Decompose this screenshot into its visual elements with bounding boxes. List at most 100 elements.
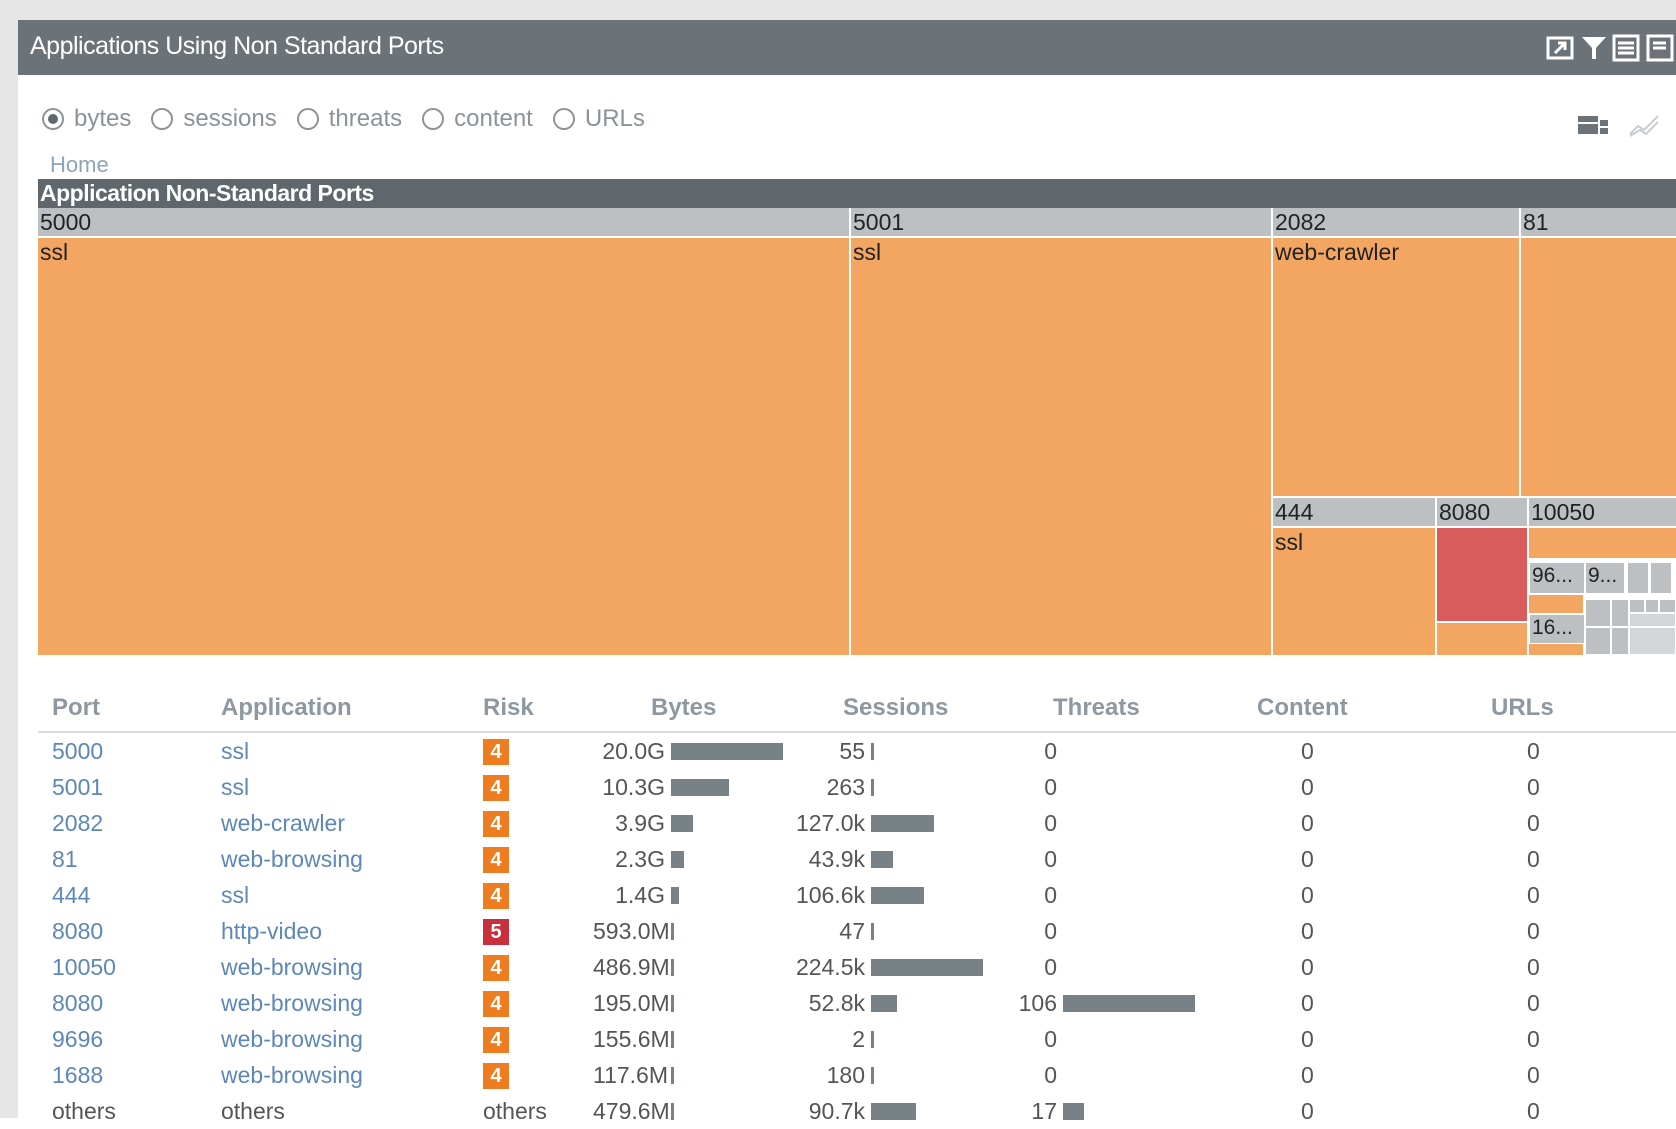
radio-icon[interactable]: [296, 108, 319, 130]
radio-icon[interactable]: [552, 108, 575, 130]
threats-text: 17: [1031, 1097, 1057, 1124]
port-cell[interactable]: 8080: [38, 985, 221, 1021]
port-cell[interactable]: 2082: [38, 805, 221, 841]
bytes-cell: 195.0M: [593, 985, 783, 1021]
export-icon[interactable]: [1646, 34, 1674, 62]
breadcrumb-home[interactable]: Home: [50, 152, 109, 178]
column-header-port[interactable]: Port: [38, 685, 221, 733]
port-cell: others: [52, 1097, 116, 1124]
treemap-port-9696[interactable]: 96...: [1529, 562, 1585, 594]
treemap-tile-small[interactable]: [1629, 599, 1645, 613]
treemap-tile-small[interactable]: [1629, 627, 1676, 655]
column-header-sessions[interactable]: Sessions: [783, 685, 997, 733]
treemap-app-web-browsing-8080[interactable]: [1437, 621, 1529, 655]
metric-option-urls[interactable]: URLs: [552, 105, 645, 133]
column-header-threats[interactable]: Threats: [997, 685, 1217, 733]
treemap-port-5000[interactable]: 5000: [38, 208, 851, 238]
column-header-content[interactable]: Content: [1217, 685, 1461, 733]
application-cell[interactable]: ssl: [221, 877, 483, 913]
radio-icon[interactable]: [422, 108, 445, 130]
application-cell[interactable]: web-browsing: [221, 949, 483, 985]
treemap-app-ssl-5000[interactable]: ssl: [38, 238, 851, 655]
metric-option-bytes[interactable]: bytes: [42, 105, 131, 133]
table-row[interactable]: others others others 479.6M 90.7k 17 0 0: [38, 1093, 1676, 1129]
column-header-bytes[interactable]: Bytes: [593, 685, 783, 733]
application-cell[interactable]: web-browsing: [221, 1057, 483, 1093]
bytes-bar: [671, 1066, 674, 1084]
column-header-urls[interactable]: URLs: [1461, 685, 1676, 733]
port-cell[interactable]: 10050: [38, 949, 221, 985]
treemap-tile-small[interactable]: [1629, 613, 1676, 627]
treemap-app-web-browsing-10050[interactable]: [1529, 528, 1676, 558]
treemap-tile-small[interactable]: [1585, 599, 1611, 627]
treemap-tile-small[interactable]: [1645, 599, 1659, 613]
treemap-tile-small[interactable]: [1627, 562, 1649, 594]
port-cell[interactable]: 1688: [38, 1057, 221, 1093]
port-cell[interactable]: 9696: [38, 1021, 221, 1057]
port-cell[interactable]: 5001: [38, 769, 221, 805]
application-cell[interactable]: web-browsing: [221, 841, 483, 877]
treemap-port-10050[interactable]: 10050: [1529, 498, 1676, 528]
application-cell[interactable]: ssl: [221, 732, 483, 769]
port-cell[interactable]: 5000: [38, 732, 221, 769]
treemap-app-web-browsing-81[interactable]: [1521, 238, 1676, 498]
table-row[interactable]: 8080 web-browsing 4 195.0M 52.8k 106 0 0: [38, 985, 1676, 1021]
table-row[interactable]: 81 web-browsing 4 2.3G 43.9k 0 0 0: [38, 841, 1676, 877]
radio-selected-icon[interactable]: [42, 108, 64, 130]
application-cell[interactable]: ssl: [221, 769, 483, 805]
table-row[interactable]: 444 ssl 4 1.4G 106.6k 0 0 0: [38, 877, 1676, 913]
line-chart-view-icon[interactable]: [1628, 112, 1660, 138]
treemap-app-ssl-5001[interactable]: ssl: [851, 238, 1273, 655]
treemap-app-ssl-444[interactable]: ssl: [1273, 528, 1437, 655]
application-cell[interactable]: web-crawler: [221, 805, 483, 841]
table-row[interactable]: 5000 ssl 4 20.0G 55 0 0 0: [38, 732, 1676, 769]
sessions-text: 47: [839, 917, 865, 944]
sessions-cell: 2: [783, 1021, 997, 1057]
table-row[interactable]: 2082 web-crawler 4 3.9G 127.0k 0 0 0: [38, 805, 1676, 841]
radio-icon[interactable]: [151, 108, 174, 130]
treemap-tile-small[interactable]: [1650, 562, 1672, 594]
table-row[interactable]: 1688 web-browsing 4 117.6M 180 0 0 0: [38, 1057, 1676, 1093]
treemap-port-81[interactable]: 81: [1521, 208, 1676, 238]
treemap-port-444[interactable]: 444: [1273, 498, 1437, 528]
treemap-port-2082[interactable]: 2082: [1273, 208, 1521, 238]
treemap-app-web-browsing-9696[interactable]: [1529, 595, 1585, 613]
sessions-bar: [871, 1030, 874, 1048]
treemap-tile-small[interactable]: [1585, 627, 1611, 655]
table-row[interactable]: 9696 web-browsing 4 155.6M 2 0 0 0: [38, 1021, 1676, 1057]
table-row[interactable]: 8080 http-video 5 593.0M 47 0 0 0: [38, 913, 1676, 949]
treemap-port-8080[interactable]: 8080: [1437, 498, 1529, 528]
treemap-app-web-crawler[interactable]: web-crawler: [1273, 238, 1521, 498]
sessions-text: 263: [826, 773, 865, 800]
treemap-app-http-video[interactable]: [1437, 528, 1527, 621]
column-header-risk[interactable]: Risk: [483, 685, 593, 733]
treemap-port-5001[interactable]: 5001: [851, 208, 1273, 238]
filter-icon[interactable]: [1580, 34, 1608, 62]
treemap-app-web-browsing-1688[interactable]: [1529, 644, 1585, 655]
table-row[interactable]: 5001 ssl 4 10.3G 263 0 0 0: [38, 769, 1676, 805]
port-cell[interactable]: 444: [38, 877, 221, 913]
treemap-tile-small[interactable]: [1611, 599, 1629, 627]
table-view-icon[interactable]: [1612, 34, 1640, 62]
treemap-tile-small[interactable]: [1611, 627, 1629, 655]
table-row[interactable]: 10050 web-browsing 4 486.9M 224.5k 0 0 0: [38, 949, 1676, 985]
sessions-text: 127.0k: [795, 809, 865, 836]
metric-option-sessions[interactable]: sessions: [151, 105, 277, 133]
treemap-view-icon[interactable]: [1576, 112, 1612, 138]
treemap-tile-small[interactable]: [1659, 599, 1676, 613]
popout-icon[interactable]: [1546, 34, 1574, 62]
application-cell[interactable]: http-video: [221, 913, 483, 949]
application-cell[interactable]: web-browsing: [221, 985, 483, 1021]
metric-option-content[interactable]: content: [422, 105, 533, 133]
metric-option-threats[interactable]: threats: [296, 105, 402, 133]
sessions-value: 90.7k: [783, 1098, 997, 1125]
port-cell[interactable]: 8080: [38, 913, 221, 949]
port-cell[interactable]: 81: [38, 841, 221, 877]
treemap-port-small[interactable]: 9...: [1585, 562, 1625, 594]
threats-value: 0: [997, 810, 1217, 837]
sessions-bar: [871, 958, 983, 976]
application-cell[interactable]: web-browsing: [221, 1021, 483, 1057]
bytes-bar: [671, 814, 693, 832]
column-header-application[interactable]: Application: [221, 685, 483, 733]
treemap-port-1688[interactable]: 16...: [1529, 614, 1585, 644]
